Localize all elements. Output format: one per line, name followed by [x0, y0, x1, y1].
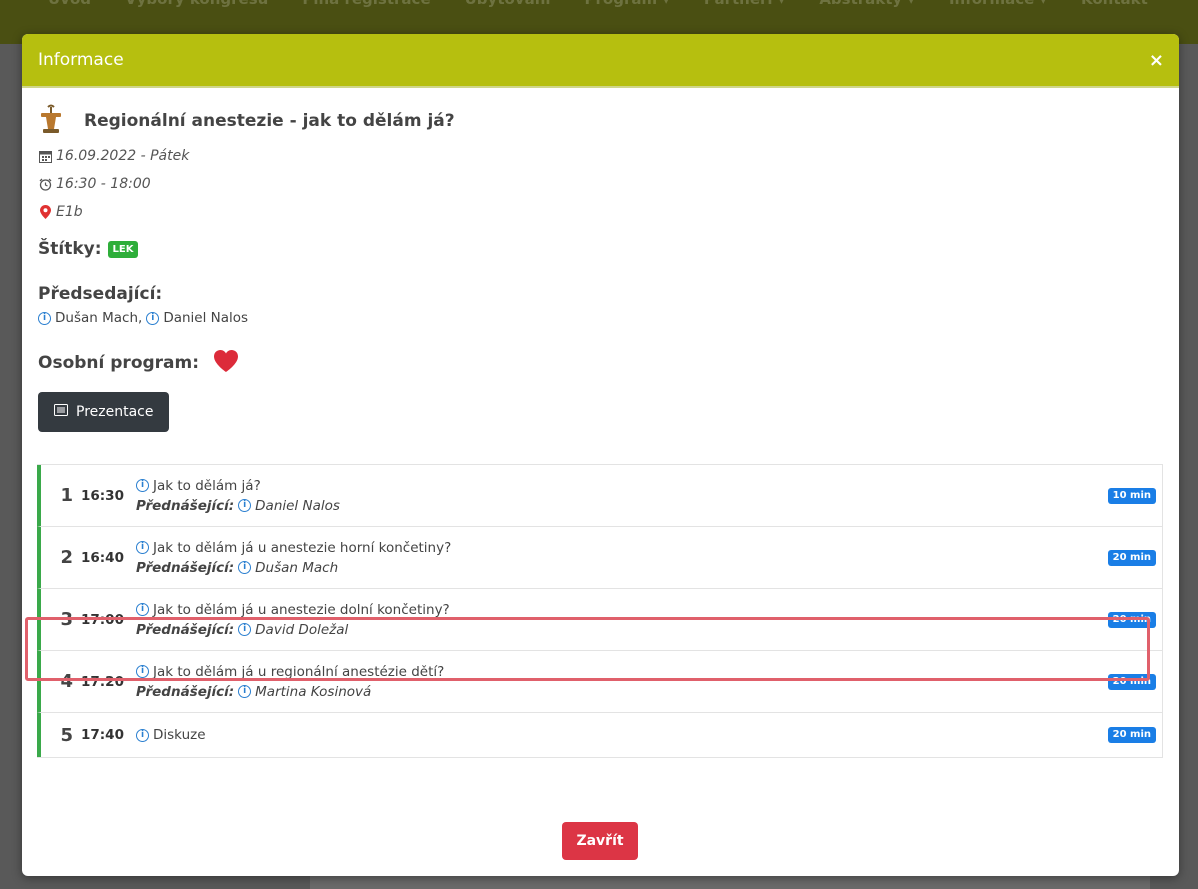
bg-nav-item: Ubytování: [465, 0, 551, 14]
program-item[interactable]: 3 17:00 i Jak to dělám já u anestezie dol…: [37, 589, 1162, 651]
session-room: E1b: [56, 204, 83, 220]
info-icon[interactable]: i: [136, 541, 149, 554]
duration-badge: 20 min: [1107, 611, 1156, 628]
program-item[interactable]: 1 16:30 i Jak to dělám já? Přednášející: i…: [37, 465, 1162, 527]
info-icon[interactable]: i: [238, 623, 252, 636]
modal-header: Informace ×: [22, 34, 1179, 88]
bg-nav-item: Informace ▾: [949, 0, 1047, 14]
room-line: E1b: [38, 198, 1163, 226]
item-content: i Diskuze: [136, 727, 1162, 743]
calendar-icon: [38, 150, 52, 163]
info-icon[interactable]: i: [238, 561, 252, 574]
item-title[interactable]: Jak to dělám já u anestezie dolní končet…: [153, 602, 450, 618]
duration-badge: 20 min: [1107, 549, 1156, 566]
personal-program-row: Osobní program:: [38, 348, 1163, 378]
program-list: 1 16:30 i Jak to dělám já? Přednášející: i…: [37, 464, 1163, 758]
info-icon[interactable]: i: [136, 479, 149, 492]
item-time: 16:30: [81, 487, 124, 504]
speaker-label: Přednášející:: [136, 559, 235, 576]
bg-nav-item: Program ▾: [585, 0, 670, 14]
info-modal: Informace × Regionální anestezie - jak t…: [22, 34, 1179, 876]
tags-row: Štítky: LEK: [38, 236, 1163, 262]
item-title[interactable]: Jak to dělám já u anestezie horní končet…: [153, 540, 451, 556]
item-content: i Jak to dělám já u regionální anestézie …: [136, 664, 1162, 700]
item-number: 4: [60, 671, 73, 692]
speaker-name[interactable]: David Doležal: [255, 622, 348, 638]
heart-icon[interactable]: [213, 349, 239, 377]
chair-name-link[interactable]: Dušan Mach,: [55, 310, 142, 326]
duration-badge: 20 min: [1107, 727, 1156, 743]
close-button[interactable]: Zavřít: [562, 822, 638, 860]
item-time: 17:40: [81, 727, 124, 743]
duration-badge: 10 min: [1107, 487, 1156, 504]
chairs-list: i Dušan Mach, i Daniel Nalos: [38, 310, 1163, 326]
item-number: 1: [60, 485, 73, 506]
item-title[interactable]: Diskuze: [153, 727, 206, 743]
speaker-label: Přednášející:: [136, 621, 235, 638]
list-icon: [54, 404, 68, 420]
speaker-name[interactable]: Dušan Mach: [255, 560, 338, 576]
speaker-label: Přednášející:: [136, 683, 235, 700]
modal-title: Informace: [38, 50, 124, 70]
item-content: i Jak to dělám já? Přednášející: i Daniel N…: [136, 478, 1162, 514]
session-date: 16.09.2022 - Pátek: [56, 148, 190, 164]
item-time: 17:00: [81, 611, 124, 628]
item-time: 17:20: [81, 673, 124, 690]
program-item[interactable]: 5 17:40 i Diskuze 20 min: [37, 713, 1162, 757]
bg-nav-item: Kontakt: [1081, 0, 1148, 14]
date-line: 16.09.2022 - Pátek: [38, 142, 1163, 170]
bg-nav-item: Úvod: [48, 0, 91, 14]
lectern-icon: [38, 104, 64, 138]
bg-nav-item: Výbory kongresu: [125, 0, 268, 14]
close-icon[interactable]: ×: [1149, 50, 1164, 71]
session-title-row: Regionální anestezie - jak to dělám já?: [38, 102, 1163, 140]
duration-badge: 20 min: [1107, 673, 1156, 690]
speaker-name[interactable]: Martina Kosinová: [255, 684, 371, 700]
item-content: i Jak to dělám já u anestezie dolní konče…: [136, 602, 1162, 638]
speaker-name[interactable]: Daniel Nalos: [255, 498, 340, 514]
item-number: 5: [60, 724, 73, 746]
chair-name-link[interactable]: Daniel Nalos: [163, 310, 248, 326]
item-time: 16:40: [81, 549, 124, 566]
chairs-label: Předsedající:: [38, 284, 163, 304]
info-icon[interactable]: i: [136, 603, 149, 616]
info-icon[interactable]: i: [238, 499, 252, 512]
bg-nav-item: Partneři ▾: [704, 0, 785, 14]
map-marker-icon: [38, 205, 52, 219]
speaker-label: Přednášející:: [136, 497, 235, 514]
bg-nav-item: Abstrakty ▾: [819, 0, 915, 14]
prezentace-label: Prezentace: [76, 404, 154, 420]
session-time: 16:30 - 18:00: [56, 176, 151, 192]
info-icon[interactable]: i: [238, 685, 252, 698]
item-content: i Jak to dělám já u anestezie horní konče…: [136, 540, 1162, 576]
session-title: Regionální anestezie - jak to dělám já?: [84, 111, 455, 131]
bg-nav-item: Plná registrace: [302, 0, 430, 14]
item-title[interactable]: Jak to dělám já?: [153, 478, 261, 494]
time-line: 16:30 - 18:00: [38, 170, 1163, 198]
item-number: 3: [60, 609, 73, 630]
item-number: 2: [60, 547, 73, 568]
modal-body: Regionální anestezie - jak to dělám já? …: [22, 88, 1179, 432]
prezentace-button[interactable]: Prezentace: [38, 392, 170, 432]
item-title[interactable]: Jak to dělám já u regionální anestézie d…: [153, 664, 444, 680]
session-meta: 16.09.2022 - Pátek 16:30 - 18:00 E1b: [38, 142, 1163, 226]
personal-program-label: Osobní program:: [38, 353, 200, 373]
info-icon[interactable]: i: [38, 311, 51, 325]
tag-badge: LEK: [107, 240, 139, 258]
info-icon[interactable]: i: [136, 665, 149, 678]
program-item[interactable]: 2 16:40 i Jak to dělám já u anestezie hor…: [37, 527, 1162, 589]
program-item[interactable]: 4 17:20 i Jak to dělám já u regionální an…: [37, 651, 1162, 713]
chairs-block: Předsedající: i Dušan Mach, i Daniel Nal…: [38, 284, 1163, 326]
info-icon[interactable]: i: [146, 311, 160, 325]
alarm-clock-icon: [38, 178, 52, 191]
tags-label: Štítky:: [38, 239, 102, 259]
info-icon[interactable]: i: [136, 728, 149, 742]
